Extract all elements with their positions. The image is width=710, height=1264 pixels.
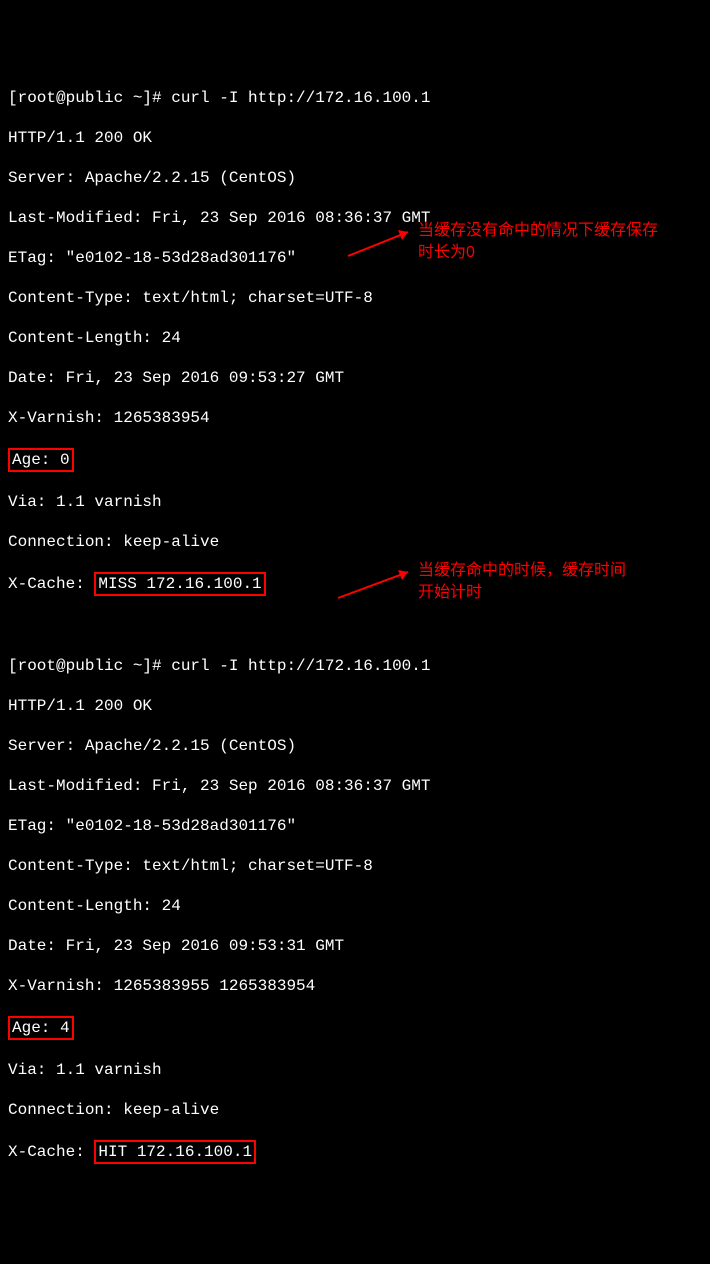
xvarnish-line-2: X-Varnish: 1265383955 1265383954 <box>8 976 702 996</box>
age-highlight-2: Age: 4 <box>8 1016 74 1040</box>
http-line-2: HTTP/1.1 200 OK <box>8 696 702 716</box>
date-line: Date: Fri, 23 Sep 2016 09:53:27 GMT <box>8 368 702 388</box>
xcache-highlight-2: HIT 172.16.100.1 <box>94 1140 256 1164</box>
xcache-highlight-1: MISS 172.16.100.1 <box>94 572 265 596</box>
prompt-line-2: [root@public ~]# curl -I http://172.16.1… <box>8 656 702 676</box>
server-line-2: Server: Apache/2.2.15 (CentOS) <box>8 736 702 756</box>
lastmod-line-2: Last-Modified: Fri, 23 Sep 2016 08:36:37… <box>8 776 702 796</box>
annotation-miss-l2: 时长为0 <box>418 244 475 261</box>
age-highlight-1: Age: 0 <box>8 448 74 472</box>
date-line-2: Date: Fri, 23 Sep 2016 09:53:31 GMT <box>8 936 702 956</box>
annotation-miss: 当缓存没有命中的情况下缓存保存 时长为0 <box>418 220 658 264</box>
blank-line <box>8 616 702 636</box>
age-line-2: Age: 4 <box>8 1016 702 1040</box>
via-line-2: Via: 1.1 varnish <box>8 1060 702 1080</box>
age-line-1: Age: 0 <box>8 448 702 472</box>
conn-line: Connection: keep-alive <box>8 532 702 552</box>
conn-line-2: Connection: keep-alive <box>8 1100 702 1120</box>
annotation-hit-l2: 开始计时 <box>418 584 482 601</box>
annotation-hit: 当缓存命中的时候，缓存时间 开始计时 <box>418 560 626 604</box>
xvarnish-line: X-Varnish: 1265383954 <box>8 408 702 428</box>
ctype-line: Content-Type: text/html; charset=UTF-8 <box>8 288 702 308</box>
clen-line: Content-Length: 24 <box>8 328 702 348</box>
xcache-prefix: X-Cache: <box>8 575 94 593</box>
clen-line-2: Content-Length: 24 <box>8 896 702 916</box>
http-line: HTTP/1.1 200 OK <box>8 128 702 148</box>
annotation-miss-l1: 当缓存没有命中的情况下缓存保存 <box>418 222 658 239</box>
annotation-hit-l1: 当缓存命中的时候，缓存时间 <box>418 562 626 579</box>
ctype-line-2: Content-Type: text/html; charset=UTF-8 <box>8 856 702 876</box>
xcache-line-2: X-Cache: HIT 172.16.100.1 <box>8 1140 702 1164</box>
xcache-prefix-2: X-Cache: <box>8 1143 94 1161</box>
prompt-line-1: [root@public ~]# curl -I http://172.16.1… <box>8 88 702 108</box>
via-line: Via: 1.1 varnish <box>8 492 702 512</box>
etag-line-2: ETag: "e0102-18-53d28ad301176" <box>8 816 702 836</box>
server-line: Server: Apache/2.2.15 (CentOS) <box>8 168 702 188</box>
